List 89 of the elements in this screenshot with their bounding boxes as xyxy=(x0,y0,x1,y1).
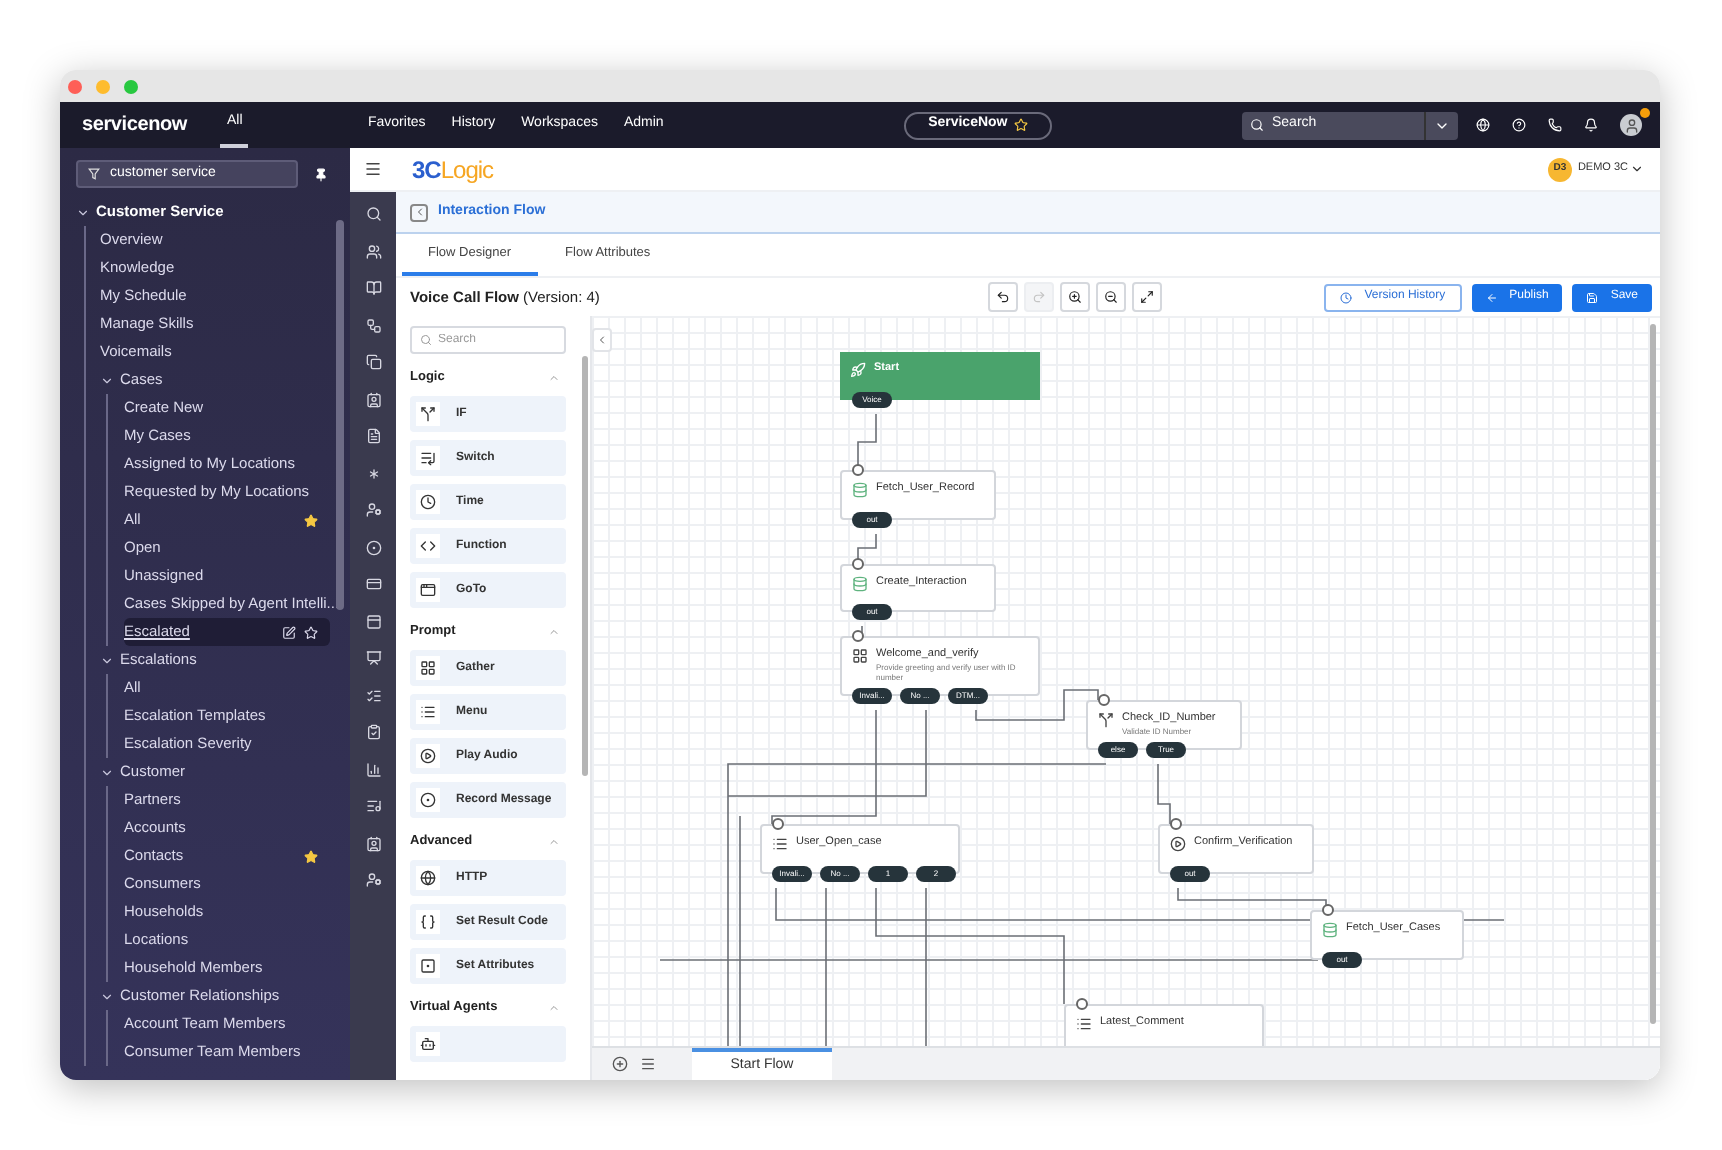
input-port[interactable] xyxy=(852,558,864,570)
branch-icon xyxy=(420,406,436,422)
list-icon xyxy=(772,836,788,852)
card-icon[interactable] xyxy=(365,576,381,592)
star-icon[interactable] xyxy=(1013,118,1028,132)
users-icon[interactable] xyxy=(365,243,381,259)
user-settings-icon[interactable] xyxy=(365,872,381,888)
chevron-icon[interactable] xyxy=(100,989,114,1003)
input-port[interactable] xyxy=(772,818,784,830)
back-icon xyxy=(413,206,425,218)
presentation-icon[interactable] xyxy=(365,650,381,666)
search-icon xyxy=(420,334,432,346)
book-icon[interactable] xyxy=(365,280,381,296)
bell-icon[interactable] xyxy=(1584,118,1598,132)
square-dot-icon xyxy=(420,958,436,974)
chevron-icon[interactable] xyxy=(100,373,114,387)
workflow-icon[interactable] xyxy=(365,317,381,333)
user-gear-icon[interactable] xyxy=(365,502,381,518)
pin-icon[interactable] xyxy=(314,167,328,181)
zoom-out-icon xyxy=(1104,290,1118,304)
switch-list-icon xyxy=(420,450,436,466)
input-port[interactable] xyxy=(1076,998,1088,1010)
scrollbar-thumb[interactable] xyxy=(1650,324,1656,1024)
back-button[interactable] xyxy=(410,203,428,221)
chevron-left-icon xyxy=(596,334,608,346)
scrollbar-thumb[interactable] xyxy=(582,356,588,776)
bot-icon xyxy=(420,1036,436,1052)
chevron-icon[interactable] xyxy=(76,205,90,219)
input-port[interactable] xyxy=(852,630,864,642)
edit-icon[interactable] xyxy=(282,625,296,639)
input-port[interactable] xyxy=(1322,904,1334,916)
brand-logo[interactable]: servicenow xyxy=(82,110,187,140)
grid-icon xyxy=(852,648,868,664)
branch-icon xyxy=(1098,712,1114,728)
app-logo[interactable]: 3CLogic xyxy=(412,151,494,187)
search-icon xyxy=(1250,118,1264,132)
braces-icon xyxy=(420,914,436,930)
panel-icon[interactable] xyxy=(365,613,381,629)
clock-icon xyxy=(420,494,436,510)
save-icon xyxy=(1586,291,1599,303)
checklist-icon[interactable] xyxy=(365,687,381,703)
asterisk-icon[interactable] xyxy=(365,465,381,481)
help-icon[interactable] xyxy=(1512,118,1526,132)
play-icon xyxy=(1170,836,1186,852)
user-silhouette-icon xyxy=(1623,117,1639,133)
input-port[interactable] xyxy=(1170,818,1182,830)
toolbar-button[interactable] xyxy=(1132,282,1162,312)
undo-icon xyxy=(996,290,1010,304)
bar-chart-icon[interactable] xyxy=(365,761,381,777)
fit-screen-icon xyxy=(1140,290,1154,304)
toolbar-button[interactable] xyxy=(1096,282,1126,312)
star-icon[interactable] xyxy=(304,513,318,527)
search-icon[interactable] xyxy=(365,206,381,222)
window-icon xyxy=(420,582,436,598)
add-icon[interactable] xyxy=(612,1056,628,1072)
list-icon xyxy=(420,704,436,720)
clock-icon xyxy=(1340,291,1353,303)
chevron-icon[interactable] xyxy=(100,765,114,779)
input-port[interactable] xyxy=(852,464,864,476)
music-list-icon[interactable] xyxy=(365,798,381,814)
toolbar-button[interactable] xyxy=(1060,282,1090,312)
star-icon[interactable] xyxy=(304,625,318,639)
toolbar-button[interactable] xyxy=(988,282,1018,312)
arrow-left-icon xyxy=(1485,291,1498,303)
input-port[interactable] xyxy=(1098,694,1110,706)
globe-icon xyxy=(420,870,436,886)
grid-icon xyxy=(420,660,436,676)
zoom-in-icon xyxy=(1068,290,1082,304)
chevron-icon[interactable] xyxy=(100,653,114,667)
contact-card-icon[interactable] xyxy=(365,391,381,407)
star-icon[interactable] xyxy=(304,849,318,863)
play-icon xyxy=(420,748,436,764)
redo-icon xyxy=(1032,290,1046,304)
circle-dot-icon[interactable] xyxy=(365,539,381,555)
copy-icon[interactable] xyxy=(365,354,381,370)
menu-icon[interactable] xyxy=(364,160,382,178)
phone-icon[interactable] xyxy=(1548,118,1562,132)
list-icon xyxy=(1076,1016,1092,1032)
clipboard-check-icon[interactable] xyxy=(365,724,381,740)
id-card-icon[interactable] xyxy=(365,835,381,851)
list-icon[interactable] xyxy=(640,1056,656,1072)
globe-icon[interactable] xyxy=(1476,118,1490,132)
code-icon xyxy=(420,538,436,554)
filter-icon xyxy=(88,168,100,180)
caret-icon[interactable] xyxy=(1630,162,1644,176)
document-icon[interactable] xyxy=(365,428,381,444)
rocket-icon xyxy=(850,362,866,378)
connector-line xyxy=(1157,763,1171,825)
scrollbar-thumb[interactable] xyxy=(336,220,344,610)
